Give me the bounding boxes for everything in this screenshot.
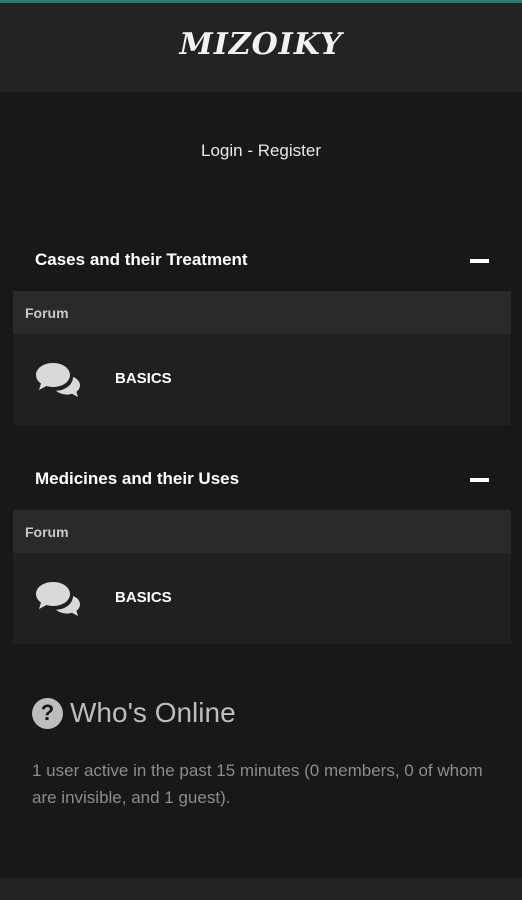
whos-online-heading: ? Who's Online bbox=[32, 697, 236, 729]
question-circle-icon: ? bbox=[32, 697, 63, 729]
footer-bar bbox=[0, 878, 522, 900]
chat-bubbles-icon bbox=[36, 582, 80, 616]
whos-online-title: Who's Online bbox=[70, 697, 236, 728]
category-title-cases[interactable]: Cases and their Treatment bbox=[35, 250, 248, 270]
forum-column-header: Forum bbox=[13, 510, 511, 553]
auth-separator: - bbox=[242, 141, 258, 160]
forum-column-header: Forum bbox=[13, 291, 511, 334]
forum-row[interactable]: BASICS bbox=[13, 553, 511, 644]
site-header: MIZOIKY bbox=[0, 3, 522, 92]
chat-bubbles-icon bbox=[36, 363, 80, 397]
forum-link-basics[interactable]: BASICS bbox=[115, 370, 172, 387]
collapse-icon[interactable] bbox=[470, 259, 489, 263]
whos-online-text: 1 user active in the past 15 minutes (0 … bbox=[32, 761, 483, 807]
forum-row[interactable]: BASICS bbox=[13, 334, 511, 425]
category-title-medicines[interactable]: Medicines and their Uses bbox=[35, 469, 239, 489]
collapse-icon[interactable] bbox=[470, 478, 489, 482]
forum-link-basics[interactable]: BASICS bbox=[115, 589, 172, 606]
auth-links: Login - Register bbox=[0, 141, 522, 161]
login-link[interactable]: Login bbox=[201, 141, 243, 160]
site-logo[interactable]: MIZOIKY bbox=[180, 27, 343, 62]
register-link[interactable]: Register bbox=[258, 141, 321, 160]
